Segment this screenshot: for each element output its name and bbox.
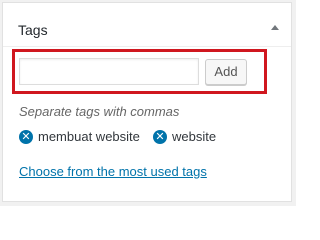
tags-metabox-wrapper: Tags Add Separate tags with commas ✕ mem… <box>0 0 296 206</box>
add-tag-button[interactable]: Add <box>205 59 247 85</box>
tag-item: ✕ membuat website <box>19 129 140 144</box>
new-tag-input[interactable] <box>19 58 199 85</box>
tag-item: ✕ website <box>153 129 216 144</box>
toggle-panel-icon[interactable] <box>271 25 279 30</box>
remove-tag-icon[interactable]: ✕ <box>153 129 167 144</box>
panel-header: Tags <box>3 3 291 47</box>
tag-label: website <box>172 129 217 144</box>
panel-title: Tags <box>18 22 48 38</box>
tag-label: membuat website <box>38 129 140 144</box>
separate-tags-hint: Separate tags with commas <box>19 104 180 119</box>
most-used-tags-link[interactable]: Choose from the most used tags <box>19 164 207 179</box>
remove-tag-icon[interactable]: ✕ <box>19 129 33 144</box>
